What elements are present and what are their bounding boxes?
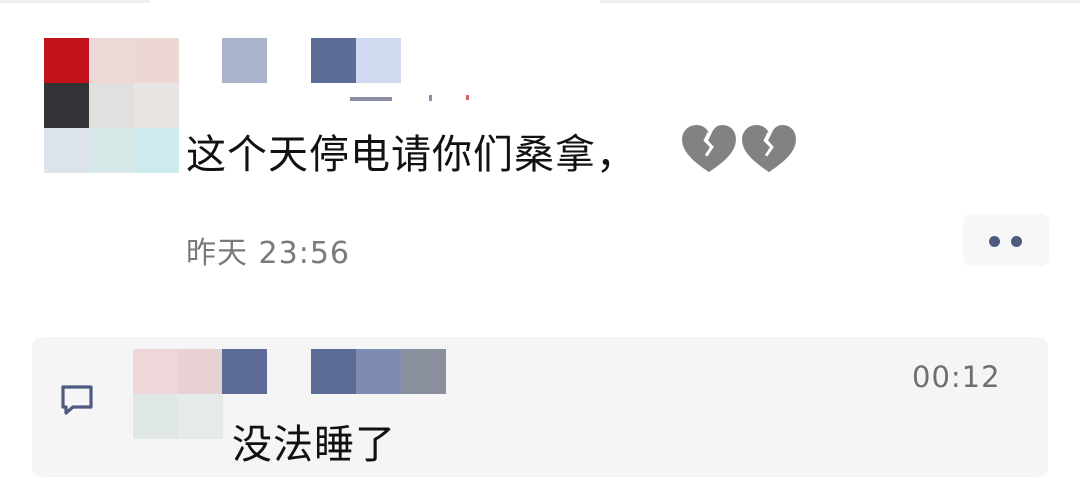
more-button[interactable] <box>963 214 1049 266</box>
broken-heart-icon <box>742 124 796 173</box>
broken-heart-icon <box>682 124 736 173</box>
comment-time: 00:12 <box>912 360 1001 394</box>
comment-text: 没法睡了 <box>232 422 396 468</box>
commenter-name[interactable] <box>0 0 450 400</box>
